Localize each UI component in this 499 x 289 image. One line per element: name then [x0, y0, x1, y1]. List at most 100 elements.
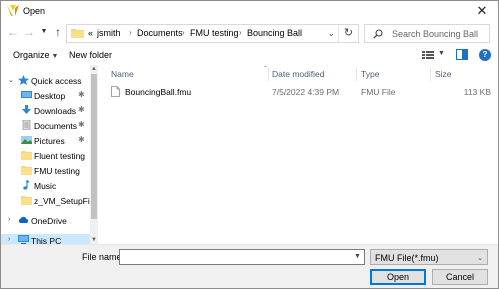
dialog-footer: File name: ▼ FMU File(*.fmu) ⌄ Open Canc…: [1, 244, 498, 288]
up-button[interactable]: ↑: [51, 25, 65, 39]
file-date-modified: 7/5/2022 4:39 PM: [272, 87, 340, 97]
pin-icon: ✱: [78, 90, 85, 99]
chevron-down-icon: ⌄: [477, 255, 483, 262]
chevron-down-icon: ▼: [40, 28, 48, 35]
help-icon[interactable]: ?: [479, 49, 491, 61]
music-icon: [23, 180, 30, 190]
organize-label: Organize: [13, 50, 50, 60]
new-folder-button[interactable]: New folder: [69, 50, 112, 60]
pictures-icon: [21, 136, 32, 144]
file-list: ⌃ Name Date modified Type Size BouncingB…: [105, 65, 498, 244]
close-icon: ✕: [476, 3, 488, 18]
search-box[interactable]: Search Bouncing Ball: [364, 24, 490, 43]
scrollbar-thumb[interactable]: [91, 74, 97, 219]
sidebar-item-label: Fluent testing: [34, 151, 86, 161]
sidebar-item-music[interactable]: Music: [1, 179, 90, 194]
app-logo-icon: [7, 5, 19, 16]
refresh-icon: ↻: [343, 27, 354, 39]
file-name-label: File name:: [82, 252, 125, 262]
sidebar-item-label: Documents: [34, 121, 77, 131]
chevron-right-icon[interactable]: ›: [129, 28, 132, 37]
star-icon: [18, 75, 29, 85]
file-row[interactable]: BouncingBall.fmu 7/5/2022 4:39 PM FMU Fi…: [105, 84, 498, 99]
breadcrumb-fmu-testing[interactable]: FMU testing: [190, 28, 239, 38]
close-button[interactable]: ✕: [474, 3, 490, 19]
breadcrumb-bouncing-ball[interactable]: Bouncing Ball: [247, 28, 302, 38]
column-header-type[interactable]: Type: [361, 69, 379, 79]
arrow-up-icon: ↑: [55, 25, 61, 39]
column-divider[interactable]: [356, 67, 357, 81]
sidebar-item-pictures[interactable]: Pictures ✱: [1, 134, 90, 149]
organize-button[interactable]: Organize ▼: [13, 50, 58, 60]
sidebar-item-quick-access[interactable]: ⌄ Quick access: [1, 74, 90, 89]
navigation-pane: ⌄ Quick access Desktop ✱ Downloads ✱ Doc…: [1, 65, 98, 244]
breadcrumb-overflow[interactable]: «: [88, 28, 93, 38]
sidebar-item-this-pc[interactable]: › This PC: [1, 234, 90, 244]
title-bar: Open ✕: [1, 1, 498, 21]
view-options-dropdown-icon[interactable]: ▼: [438, 50, 445, 57]
sidebar-item-onedrive[interactable]: › OneDrive: [1, 214, 90, 229]
search-placeholder: Search Bouncing Ball: [392, 29, 479, 39]
address-bar[interactable]: « jsmith › Documents › FMU testing › Bou…: [66, 24, 359, 43]
pin-icon: ✱: [78, 135, 85, 144]
sidebar-item-downloads[interactable]: Downloads ✱: [1, 104, 90, 119]
chevron-right-icon[interactable]: ›: [182, 28, 185, 37]
cloud-icon: [18, 216, 29, 223]
chevron-right-icon[interactable]: ›: [8, 236, 10, 243]
breadcrumb-documents[interactable]: Documents: [137, 28, 183, 38]
chevron-right-icon[interactable]: ›: [8, 216, 10, 223]
open-dialog: Open ✕ ← → ▼ ↑ « jsmith › Documents › FM…: [0, 0, 499, 289]
navigation-pane-scrollbar[interactable]: ▲ ▼: [90, 65, 98, 244]
chevron-right-icon[interactable]: ›: [239, 28, 242, 37]
column-header-date-modified[interactable]: Date modified: [272, 69, 324, 79]
desktop-icon: [21, 91, 32, 98]
sidebar-item-label: OneDrive: [31, 216, 67, 226]
window-title: Open: [23, 6, 46, 16]
search-icon: [373, 29, 383, 39]
computer-icon: [18, 235, 29, 244]
file-icon: [111, 86, 120, 97]
column-header-size[interactable]: Size: [435, 69, 452, 79]
documents-icon: [22, 120, 31, 130]
forward-button[interactable]: →: [22, 25, 36, 39]
file-size: 113 KB: [463, 87, 491, 97]
file-type-select[interactable]: FMU File(*.fmu) ⌄: [370, 249, 488, 265]
sidebar-item-fmu-testing[interactable]: FMU testing: [1, 164, 90, 179]
scroll-up-icon[interactable]: ▲: [90, 65, 98, 73]
open-button[interactable]: Open: [370, 269, 426, 285]
folder-icon: [71, 29, 84, 38]
recent-locations-button[interactable]: ▼: [37, 25, 51, 39]
pin-icon: ✱: [78, 120, 85, 129]
sidebar-item-label: Downloads: [34, 106, 77, 116]
view-options-icon[interactable]: [422, 50, 434, 60]
file-name: BouncingBall.fmu: [125, 87, 192, 97]
column-divider[interactable]: [268, 67, 269, 81]
cancel-button[interactable]: Cancel: [432, 269, 488, 285]
sidebar-item-documents[interactable]: Documents ✱: [1, 119, 90, 134]
address-history-dropdown-icon[interactable]: ⌄: [327, 28, 335, 39]
back-button[interactable]: ←: [6, 25, 20, 39]
file-name-dropdown-icon[interactable]: ▼: [354, 253, 361, 260]
column-header-name[interactable]: Name: [111, 69, 134, 79]
pin-icon: ✱: [78, 105, 85, 114]
folder-icon: [21, 151, 32, 160]
scroll-down-icon[interactable]: ▼: [90, 236, 98, 244]
sidebar-item-label: FMU testing: [34, 166, 80, 176]
chevron-down-icon[interactable]: ⌄: [8, 76, 14, 84]
breadcrumb-jsmith[interactable]: jsmith: [97, 28, 121, 38]
download-icon: [22, 105, 31, 114]
column-divider[interactable]: [430, 67, 431, 81]
file-type-value: FMU File(*.fmu): [375, 253, 439, 263]
file-name-input[interactable]: [119, 249, 365, 265]
refresh-button[interactable]: ↻: [338, 25, 358, 42]
arrow-left-icon: ←: [7, 25, 19, 39]
file-type: FMU File: [361, 87, 396, 97]
sidebar-item-label: Desktop: [34, 91, 66, 101]
arrow-right-icon: →: [23, 25, 35, 39]
folder-icon: [21, 166, 32, 175]
sidebar-item-label: Music: [34, 181, 57, 191]
preview-pane-icon[interactable]: [456, 49, 468, 60]
sidebar-item-desktop[interactable]: Desktop ✱: [1, 89, 90, 104]
sidebar-item-z-vm-setupfiles[interactable]: z_VM_SetupFiles: [1, 194, 98, 209]
sidebar-item-fluent-testing[interactable]: Fluent testing: [1, 149, 90, 164]
